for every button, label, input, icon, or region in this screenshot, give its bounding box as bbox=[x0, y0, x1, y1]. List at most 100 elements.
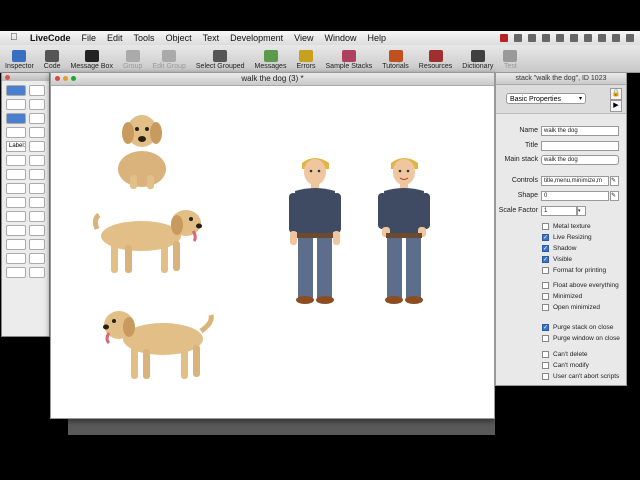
label-field-tool[interactable] bbox=[29, 141, 45, 152]
status-icon[interactable] bbox=[542, 34, 550, 42]
menu-text[interactable]: Text bbox=[203, 33, 220, 43]
inspector-button[interactable]: Inspector bbox=[0, 45, 39, 70]
menu-view[interactable]: View bbox=[294, 33, 313, 43]
sample-stacks-icon bbox=[341, 50, 356, 62]
text-field-tool[interactable] bbox=[6, 169, 27, 180]
oval-tool[interactable] bbox=[29, 225, 45, 236]
puppy-sitting-image[interactable] bbox=[106, 109, 176, 191]
field-tool[interactable] bbox=[6, 127, 27, 138]
visible-check[interactable]: ✓ Visible bbox=[542, 255, 572, 263]
select-grouped-button[interactable]: Select Grouped bbox=[191, 45, 250, 70]
search-icon[interactable] bbox=[626, 34, 634, 42]
shadow-check[interactable]: ✓ Shadow bbox=[542, 244, 577, 252]
errors-button[interactable]: Errors bbox=[291, 45, 320, 70]
minimize-icon[interactable] bbox=[63, 76, 68, 81]
scale-chevron-down-icon[interactable]: ▾ bbox=[577, 206, 586, 216]
menu-development[interactable]: Development bbox=[230, 33, 283, 43]
status-icon[interactable] bbox=[556, 34, 564, 42]
message-box-button[interactable]: Message Box bbox=[66, 45, 118, 70]
status-icon[interactable] bbox=[514, 34, 522, 42]
volume-icon[interactable] bbox=[584, 34, 592, 42]
menu-bar:  LiveCode File Edit Tools Object Text D… bbox=[0, 31, 640, 45]
slider-tool[interactable] bbox=[6, 183, 27, 194]
zoom-icon[interactable] bbox=[71, 76, 76, 81]
live-resizing-check[interactable]: ✓ Live Resizing bbox=[542, 233, 592, 241]
puppy-walking-image-2[interactable] bbox=[101, 301, 216, 385]
open-minimized-check[interactable]: Open minimized bbox=[542, 303, 600, 311]
code-button[interactable]: Code bbox=[39, 45, 66, 70]
close-icon[interactable] bbox=[55, 76, 60, 81]
shape-field[interactable]: 0 bbox=[541, 191, 609, 201]
lock-icon[interactable]: 🔒 bbox=[610, 88, 622, 100]
label-tool[interactable]: Label: bbox=[6, 141, 27, 152]
spray-tool[interactable] bbox=[29, 267, 45, 278]
minimized-check[interactable]: Minimized bbox=[542, 292, 582, 300]
menu-window[interactable]: Window bbox=[324, 33, 356, 43]
bucket-tool[interactable] bbox=[6, 267, 27, 278]
mainstack-select[interactable]: walk the dog bbox=[541, 155, 619, 165]
cant-delete-check[interactable]: Can't delete bbox=[542, 350, 588, 358]
man-image-1[interactable] bbox=[287, 155, 345, 307]
list-field-tool[interactable] bbox=[6, 155, 27, 166]
battery-icon[interactable] bbox=[598, 34, 606, 42]
scrollbar-tool[interactable] bbox=[29, 169, 45, 180]
menu-tool[interactable] bbox=[29, 113, 45, 124]
man-image-2[interactable] bbox=[376, 155, 434, 307]
format-printing-check[interactable]: Format for printing bbox=[542, 266, 606, 274]
stepper-tool[interactable] bbox=[29, 197, 45, 208]
menu-help[interactable]: Help bbox=[368, 33, 387, 43]
table-field-tool[interactable] bbox=[29, 155, 45, 166]
brush-tool[interactable] bbox=[29, 253, 45, 264]
menu-edit[interactable]: Edit bbox=[107, 33, 123, 43]
sample-stacks-button[interactable]: Sample Stacks bbox=[321, 45, 378, 70]
title-field[interactable] bbox=[541, 141, 619, 151]
group-button[interactable]: Group bbox=[118, 45, 147, 70]
tab-tool[interactable] bbox=[6, 197, 27, 208]
menu-livecode[interactable]: LiveCode bbox=[30, 33, 71, 43]
shape-edit-icon[interactable]: ✎ bbox=[610, 191, 619, 201]
float-above-check[interactable]: Float above everything bbox=[542, 281, 619, 289]
pointer-tool[interactable] bbox=[29, 85, 45, 96]
purge-window-check[interactable]: Purge window on close bbox=[542, 334, 620, 342]
default-button-tool[interactable] bbox=[6, 113, 27, 124]
menu-tools[interactable]: Tools bbox=[134, 33, 155, 43]
test-button[interactable]: Test bbox=[498, 45, 522, 70]
status-red-icon[interactable] bbox=[500, 34, 508, 42]
cant-abort-check[interactable]: User can't abort scripts bbox=[542, 372, 619, 380]
apple-icon[interactable]:  bbox=[10, 33, 20, 43]
cant-modify-check[interactable]: Can't modify bbox=[542, 361, 589, 369]
purge-stack-check[interactable]: ✓ Purge stack on close bbox=[542, 323, 613, 331]
polygon-tool[interactable] bbox=[29, 239, 45, 250]
rect-tool[interactable] bbox=[29, 127, 45, 138]
resources-button[interactable]: Resources bbox=[414, 45, 457, 70]
clock-icon[interactable] bbox=[612, 34, 620, 42]
scale-factor-field[interactable]: 1 bbox=[541, 206, 577, 216]
close-icon[interactable] bbox=[5, 74, 10, 80]
progress-tool[interactable] bbox=[29, 183, 45, 194]
browse-tool[interactable] bbox=[6, 85, 27, 96]
image-tool[interactable] bbox=[29, 211, 45, 222]
pencil-tool[interactable] bbox=[6, 253, 27, 264]
controls-edit-icon[interactable]: ✎ bbox=[610, 176, 619, 186]
tutorials-button[interactable]: Tutorials bbox=[377, 45, 414, 70]
graphic-tool[interactable] bbox=[6, 225, 27, 236]
messages-button[interactable]: Messages bbox=[250, 45, 292, 70]
menu-object[interactable]: Object bbox=[166, 33, 192, 43]
name-field[interactable]: walk the dog bbox=[541, 126, 619, 136]
player-tool[interactable] bbox=[6, 211, 27, 222]
line-tool[interactable] bbox=[6, 239, 27, 250]
menu-file[interactable]: File bbox=[82, 33, 97, 43]
status-icon[interactable] bbox=[528, 34, 536, 42]
puppy-walking-image-1[interactable] bbox=[91, 201, 206, 281]
dictionary-button[interactable]: Dictionary bbox=[457, 45, 498, 70]
button-tool[interactable] bbox=[6, 99, 27, 110]
resources-icon bbox=[428, 50, 443, 62]
wifi-icon[interactable] bbox=[570, 34, 578, 42]
dictionary-icon bbox=[470, 50, 485, 62]
edit-group-button[interactable]: Edit Group bbox=[147, 45, 190, 70]
controls-field[interactable]: title,menu,minimize,m bbox=[541, 176, 609, 186]
play-icon[interactable]: ▶ bbox=[610, 100, 622, 112]
checkbox-tool[interactable] bbox=[29, 99, 45, 110]
section-dropdown[interactable]: Basic Properties ▾ bbox=[506, 93, 586, 104]
metal-texture-check[interactable]: Metal texture bbox=[542, 222, 591, 230]
